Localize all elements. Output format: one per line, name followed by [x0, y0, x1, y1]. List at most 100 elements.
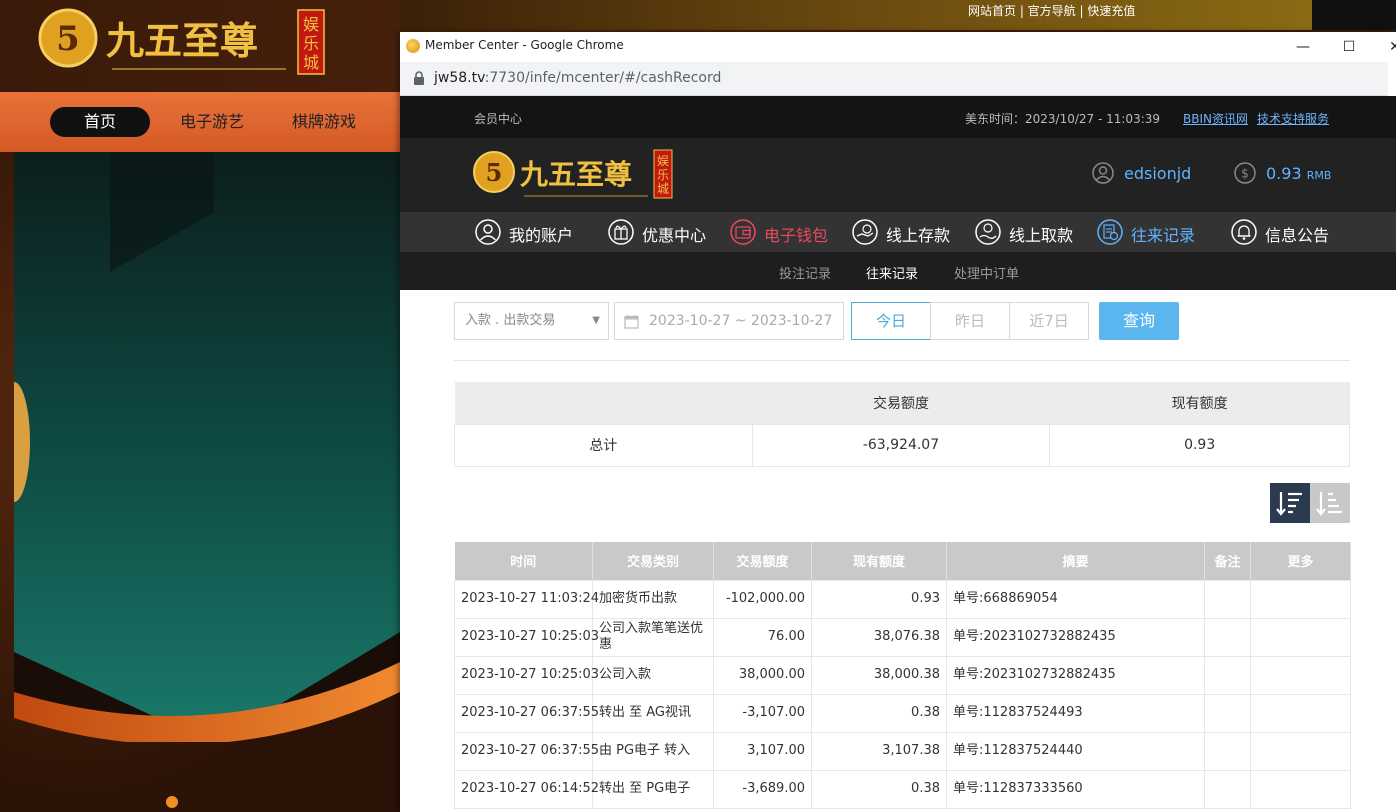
- minimize-button[interactable]: —: [1280, 32, 1326, 62]
- cell-summary: 单号:112837524493: [946, 693, 1205, 733]
- col-note[interactable]: 备注: [1204, 542, 1251, 580]
- url-path: :7730/infe/mcenter/#/cashRecord: [484, 70, 722, 86]
- col-balance[interactable]: 现有额度: [811, 542, 947, 580]
- col-summary[interactable]: 摘要: [946, 542, 1205, 580]
- cell-amount: 76.00: [713, 617, 812, 657]
- cell-note: [1204, 693, 1251, 733]
- cell-more[interactable]: [1250, 617, 1351, 657]
- col-more[interactable]: 更多: [1250, 542, 1351, 580]
- table-row[interactable]: 2023-10-27 06:14:52 转出 至 PG电子 -3,689.00 …: [454, 769, 1351, 809]
- close-button[interactable]: ✕: [1372, 32, 1396, 62]
- cell-more[interactable]: [1250, 655, 1351, 695]
- address-bar[interactable]: jw58.tv:7730/infe/mcenter/#/cashRecord: [400, 62, 1396, 96]
- cell-type: 转出 至 AG视讯: [592, 693, 714, 733]
- cell-amount: -3,689.00: [713, 769, 812, 809]
- nav-label: 信息公告: [1265, 226, 1330, 245]
- bg-corner: [1312, 0, 1396, 30]
- deposit-icon: [852, 219, 878, 245]
- url-text[interactable]: jw58.tv:7730/infe/mcenter/#/cashRecord: [434, 70, 721, 86]
- user-icon: [475, 219, 501, 245]
- cell-time: 2023-10-27 11:03:24: [454, 579, 599, 619]
- bg-nav-slots[interactable]: 电子游艺: [180, 107, 244, 137]
- cell-summary: 单号:2023102732882435: [946, 617, 1205, 657]
- nav-label: 电子钱包: [764, 226, 829, 245]
- maximize-button[interactable]: ☐: [1326, 32, 1372, 62]
- cell-note: [1204, 655, 1251, 695]
- table-row[interactable]: 2023-10-27 10:25:03 公司入款 38,000.00 38,00…: [454, 655, 1351, 695]
- bg-nav-home[interactable]: 首页: [50, 107, 150, 137]
- nav-label: 优惠中心: [642, 226, 707, 245]
- table-row[interactable]: 2023-10-27 11:03:24 加密货币出款 -102,000.00 0…: [454, 579, 1351, 619]
- user-icon: [1092, 162, 1114, 184]
- summary-transaction-amount: -63,924.07: [751, 423, 1051, 467]
- cell-note: [1204, 579, 1251, 619]
- cell-balance: 0.38: [811, 769, 947, 809]
- chevron-down-icon: ▼: [592, 315, 600, 326]
- cell-summary: 单号:112837524440: [946, 731, 1205, 771]
- cell-note: [1204, 731, 1251, 771]
- calendar-icon: [624, 315, 639, 329]
- range-today-button[interactable]: 今日: [851, 302, 931, 340]
- cell-time: 2023-10-27 06:37:55: [454, 731, 599, 771]
- svg-text:5: 5: [56, 19, 80, 59]
- title-bar: Member Center - Google Chrome — ☐ ✕: [400, 32, 1396, 62]
- bell-icon: [1231, 219, 1257, 245]
- table-row[interactable]: 2023-10-27 06:37:55 由 PG电子 转入 3,107.00 3…: [454, 731, 1351, 771]
- bbin-news-link[interactable]: BBIN资讯网: [1183, 110, 1248, 127]
- table-row[interactable]: 2023-10-27 10:25:03 公司入款笔笔送优惠 76.00 38,0…: [454, 617, 1351, 657]
- window-title: Member Center - Google Chrome: [425, 38, 624, 52]
- cell-note: [1204, 769, 1251, 809]
- cell-more[interactable]: [1250, 769, 1351, 809]
- cell-more[interactable]: [1250, 693, 1351, 733]
- cell-balance: 38,076.38: [811, 617, 947, 657]
- range-7days-button[interactable]: 近7日: [1009, 302, 1089, 340]
- tab-transaction-records[interactable]: 往来记录: [866, 263, 919, 293]
- cell-type: 公司入款: [592, 655, 714, 695]
- balance-amount: 0.93 RMB: [1266, 164, 1331, 183]
- transaction-type-select[interactable]: 入款 . 出款交易 ▼: [454, 302, 609, 340]
- query-button[interactable]: 查询: [1099, 302, 1179, 340]
- tab-pending-orders[interactable]: 处理中订单: [954, 263, 1019, 282]
- svg-text:乐: 乐: [657, 168, 669, 182]
- table-row[interactable]: 2023-10-27 06:37:55 转出 至 AG视讯 -3,107.00 …: [454, 693, 1351, 733]
- summary-header-cell: 交易额度: [752, 382, 1050, 424]
- cell-more[interactable]: [1250, 579, 1351, 619]
- cell-balance: 3,107.38: [811, 731, 947, 771]
- cell-type: 由 PG电子 转入: [592, 731, 714, 771]
- carousel-dot[interactable]: [166, 796, 178, 808]
- sort-descending-icon[interactable]: [1270, 483, 1310, 523]
- cell-more[interactable]: [1250, 731, 1351, 771]
- member-center-page: 会员中心 美东时间：2023/10/27 - 11:03:39 BBIN资讯网 …: [400, 96, 1396, 812]
- sort-ascending-icon[interactable]: [1310, 483, 1350, 523]
- bg-banner: [14, 152, 400, 742]
- summary-table: 交易额度 现有额度 总计 -63,924.07 0.93: [454, 382, 1350, 467]
- records-icon: [1097, 219, 1123, 245]
- mc-main-nav: 我的账户 优惠中心 电子钱包 线上存款 线上取款 往来记录 信息公告: [400, 212, 1396, 252]
- bg-top-links[interactable]: 网站首页 | 官方导航 | 快速充值: [968, 2, 1135, 19]
- nav-label: 线上取款: [1009, 226, 1074, 245]
- tab-bet-records[interactable]: 投注记录: [779, 263, 831, 282]
- date-range-value: 2023-10-27 ~ 2023-10-27: [649, 313, 833, 329]
- gift-icon: [608, 219, 634, 245]
- lock-icon[interactable]: [413, 71, 425, 85]
- cell-summary: 单号:112837333560: [946, 769, 1205, 809]
- date-range-input[interactable]: 2023-10-27 ~ 2023-10-27: [614, 302, 844, 340]
- tech-support-link[interactable]: 技术支持服务: [1257, 110, 1329, 127]
- svg-text:乐: 乐: [303, 34, 319, 53]
- range-yesterday-button[interactable]: 昨日: [930, 302, 1010, 340]
- col-amount[interactable]: 交易额度: [713, 542, 812, 580]
- col-type[interactable]: 交易类别: [592, 542, 714, 580]
- site-logo[interactable]: 5 九五至尊 娱 乐 城: [36, 6, 326, 76]
- cell-type: 加密货币出款: [592, 579, 714, 619]
- col-time[interactable]: 时间: [454, 542, 593, 580]
- bg-nav-cards[interactable]: 棋牌游戏: [292, 107, 356, 137]
- cell-amount: 3,107.00: [713, 731, 812, 771]
- summary-total-label: 总计: [454, 423, 753, 467]
- cell-type: 公司入款笔笔送优惠: [592, 617, 714, 657]
- cell-amount: -3,107.00: [713, 693, 812, 733]
- select-value: 入款 . 出款交易: [465, 313, 556, 328]
- cell-amount: -102,000.00: [713, 579, 812, 619]
- currency-label: RMB: [1306, 169, 1332, 182]
- cell-type: 转出 至 PG电子: [592, 769, 714, 809]
- records-header-row: 时间 交易类别 交易额度 现有额度 摘要 备注 更多: [454, 542, 1351, 580]
